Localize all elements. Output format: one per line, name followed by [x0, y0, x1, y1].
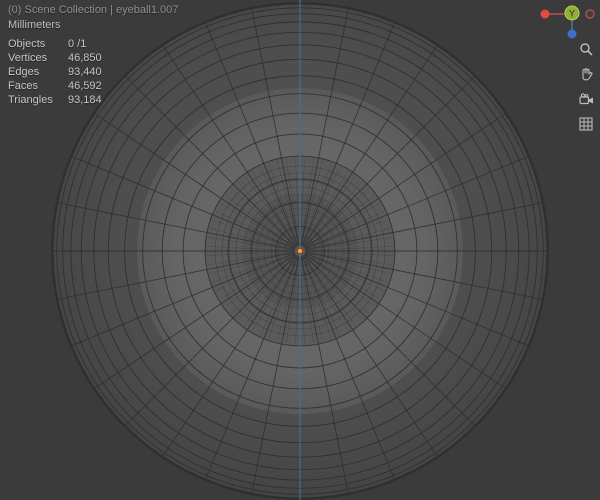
stat-value: 93,440	[68, 66, 102, 78]
stat-value: 46,592	[68, 80, 102, 92]
camera-icon	[578, 92, 593, 104]
stat-value: 93,184	[68, 94, 102, 106]
stat-label: Objects	[8, 38, 46, 50]
stat-label: Faces	[8, 80, 38, 92]
blender-3d-viewport[interactable]: (0) Scene Collection | eyeball1.007 Mill…	[0, 0, 600, 500]
z-axis-ball[interactable]	[567, 29, 577, 39]
scene-statistics: Objects 0 /1 Vertices 46,850 Edges 93,44…	[8, 38, 178, 107]
toggle-grid-button[interactable]	[577, 115, 595, 133]
stat-label: Triangles	[8, 94, 53, 106]
navigation-axis-gizmo[interactable]: Y	[536, 2, 596, 42]
grid-icon	[579, 117, 593, 131]
zoom-button[interactable]	[577, 40, 595, 58]
scene-units-label: Millimeters	[8, 19, 61, 31]
stat-value: 0 /1	[68, 38, 87, 50]
breadcrumb: (0) Scene Collection | eyeball1.007	[8, 4, 179, 16]
x-axis-ball[interactable]	[540, 9, 550, 19]
pan-button[interactable]	[577, 65, 595, 83]
stat-label: Edges	[8, 66, 40, 78]
y-axis-label: Y	[569, 9, 575, 19]
stat-label: Vertices	[8, 52, 48, 64]
hand-icon	[582, 68, 593, 81]
viewport-overlay-info: (0) Scene Collection | eyeball1.007 Mill…	[8, 4, 178, 107]
zoom-icon	[580, 43, 593, 56]
x-axis-negative-ball[interactable]	[585, 9, 595, 19]
stat-value: 46,850	[68, 52, 102, 64]
viewport-tool-column	[577, 40, 595, 133]
camera-view-button[interactable]	[577, 90, 595, 108]
